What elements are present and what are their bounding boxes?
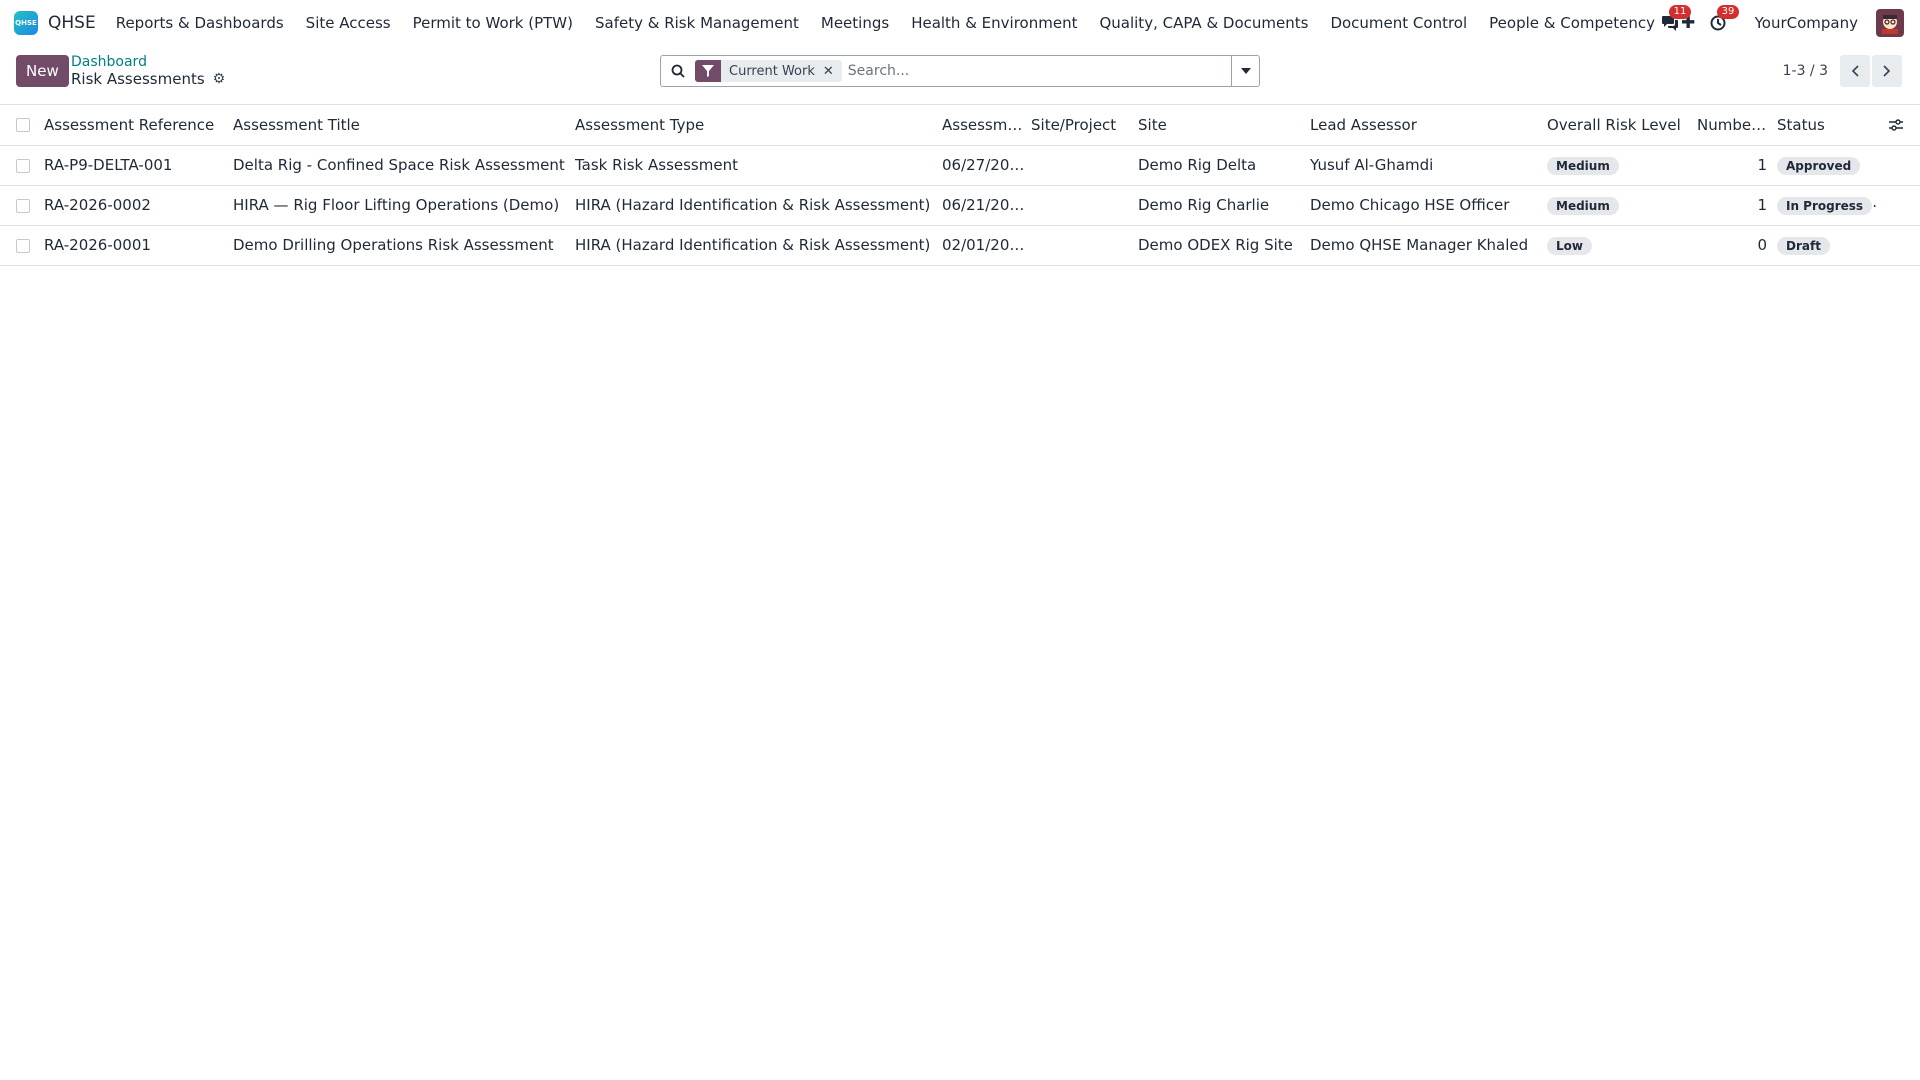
nav-site-access[interactable]: Site Access: [306, 14, 391, 32]
nav-health-environment[interactable]: Health & Environment: [911, 14, 1077, 32]
column-header-status[interactable]: Status: [1777, 105, 1877, 146]
cell-reference: RA-2026-0001: [44, 225, 233, 266]
risk-level-badge: Medium: [1547, 196, 1619, 215]
cell-number: 0: [1697, 225, 1777, 266]
messages-count-badge: 11: [1668, 5, 1692, 19]
page-title: Risk Assessments: [71, 70, 205, 88]
column-header-title[interactable]: Assessment Title: [233, 105, 575, 146]
activities-count-badge: 39: [1716, 5, 1740, 19]
nav-people-competency[interactable]: People & Competency: [1489, 14, 1655, 32]
facet-label: Current Work: [729, 63, 815, 79]
cell-reference: RA-2026-0002: [44, 185, 233, 226]
gear-icon[interactable]: ⚙: [213, 71, 226, 87]
search-options-dropdown-icon[interactable]: [1231, 56, 1259, 86]
new-button[interactable]: New: [16, 55, 69, 87]
column-header-lead-assessor[interactable]: Lead Assessor: [1310, 105, 1547, 146]
risk-assessment-list: Assessment Reference Assessment Title As…: [0, 105, 1920, 266]
search-icon[interactable]: [661, 64, 695, 78]
column-header-site-project[interactable]: Site/Project: [1031, 105, 1138, 146]
control-panel: New Dashboard Risk Assessments ⚙ Current…: [0, 46, 1920, 105]
cell-type: HIRA (Hazard Identification & Risk Asses…: [575, 225, 942, 266]
cell-type: Task Risk Assessment: [575, 145, 942, 186]
nav-document-control[interactable]: Document Control: [1330, 14, 1467, 32]
column-header-number[interactable]: Number ...: [1697, 105, 1777, 146]
user-avatar[interactable]: [1876, 9, 1904, 37]
select-all-checkbox[interactable]: [16, 118, 30, 133]
cell-date: 06/21/2026: [942, 185, 1031, 226]
cell-lead-assessor: Yusuf Al-Ghamdi: [1310, 145, 1547, 186]
cell-date: 02/01/2026: [942, 225, 1031, 266]
table-row[interactable]: RA-P9-DELTA-001 Delta Rig - Confined Spa…: [0, 145, 1920, 186]
list-table: Assessment Reference Assessment Title As…: [0, 105, 1920, 266]
activities-clock-icon[interactable]: 39: [1707, 5, 1740, 34]
cell-lead-assessor: Demo QHSE Manager Khaled: [1310, 225, 1547, 266]
table-row[interactable]: RA-2026-0002 HIRA — Rig Floor Lifting Op…: [0, 185, 1920, 226]
column-header-type[interactable]: Assessment Type: [575, 105, 942, 146]
cell-title: Demo Drilling Operations Risk Assessment: [233, 225, 575, 266]
app-name[interactable]: QHSE: [48, 13, 96, 33]
optional-columns-toggle-icon[interactable]: [1877, 119, 1914, 131]
breadcrumb-dashboard-link[interactable]: Dashboard: [71, 54, 147, 70]
cell-site-project: [1031, 185, 1138, 226]
cell-number: 1: [1697, 185, 1777, 226]
column-header-reference[interactable]: Assessment Reference: [44, 105, 233, 146]
pager-value[interactable]: 1-3 / 3: [1783, 63, 1828, 79]
breadcrumb-current: Risk Assessments ⚙: [71, 70, 225, 88]
column-header-site[interactable]: Site: [1138, 105, 1310, 146]
cell-number: 1: [1697, 145, 1777, 186]
table-header-row: Assessment Reference Assessment Title As…: [0, 105, 1920, 146]
nav-meetings[interactable]: Meetings: [821, 14, 889, 32]
nav-reports-dashboards[interactable]: Reports & Dashboards: [116, 14, 284, 32]
company-switcher[interactable]: YourCompany: [1755, 14, 1858, 32]
cell-reference: RA-P9-DELTA-001: [44, 145, 233, 186]
cell-title: HIRA — Rig Floor Lifting Operations (Dem…: [233, 185, 575, 226]
cell-site-project: [1031, 145, 1138, 186]
app-logo-text: QHSE: [15, 19, 37, 27]
cell-lead-assessor: Demo Chicago HSE Officer: [1310, 185, 1547, 226]
pager-next-icon[interactable]: [1872, 55, 1902, 87]
search-bar: Current Work ✕: [660, 55, 1260, 87]
navbar-systray: 11 39 YourCompany: [1659, 0, 1904, 46]
nav-permit-to-work[interactable]: Permit to Work (PTW): [413, 14, 573, 32]
filter-facet[interactable]: Current Work ✕: [695, 60, 842, 82]
nav-safety-risk-management[interactable]: Safety & Risk Management: [595, 14, 799, 32]
status-badge: Approved: [1777, 156, 1861, 175]
risk-level-badge: Medium: [1547, 156, 1619, 175]
risk-level-badge: Low: [1547, 236, 1592, 255]
cell-site: Demo ODEX Rig Site: [1138, 225, 1310, 266]
messages-icon[interactable]: 11: [1659, 5, 1692, 34]
search-input[interactable]: [847, 63, 1231, 79]
row-checkbox[interactable]: [16, 198, 30, 213]
cell-site-project: [1031, 225, 1138, 266]
facet-remove-icon[interactable]: ✕: [823, 64, 842, 79]
nav-quality-capa-documents[interactable]: Quality, CAPA & Documents: [1099, 14, 1308, 32]
top-navbar: QHSE QHSE Reports & Dashboards Site Acce…: [0, 0, 1920, 46]
status-badge: In Progress: [1777, 196, 1873, 215]
filter-funnel-icon: [695, 60, 721, 82]
cell-title: Delta Rig - Confined Space Risk Assessme…: [233, 145, 575, 186]
cell-site: Demo Rig Charlie: [1138, 185, 1310, 226]
cell-date: 06/27/2026: [942, 145, 1031, 186]
table-row[interactable]: RA-2026-0001 Demo Drilling Operations Ri…: [0, 225, 1920, 266]
cell-site: Demo Rig Delta: [1138, 145, 1310, 186]
column-header-risk-level[interactable]: Overall Risk Level: [1547, 105, 1697, 146]
status-badge: Draft: [1777, 236, 1830, 255]
pager-previous-icon[interactable]: [1840, 55, 1870, 87]
column-header-date[interactable]: Assessme...: [942, 105, 1031, 146]
row-checkbox[interactable]: [16, 238, 30, 253]
app-logo-icon[interactable]: QHSE: [14, 11, 38, 35]
cell-type: HIRA (Hazard Identification & Risk Asses…: [575, 185, 942, 226]
row-checkbox[interactable]: [16, 158, 30, 173]
